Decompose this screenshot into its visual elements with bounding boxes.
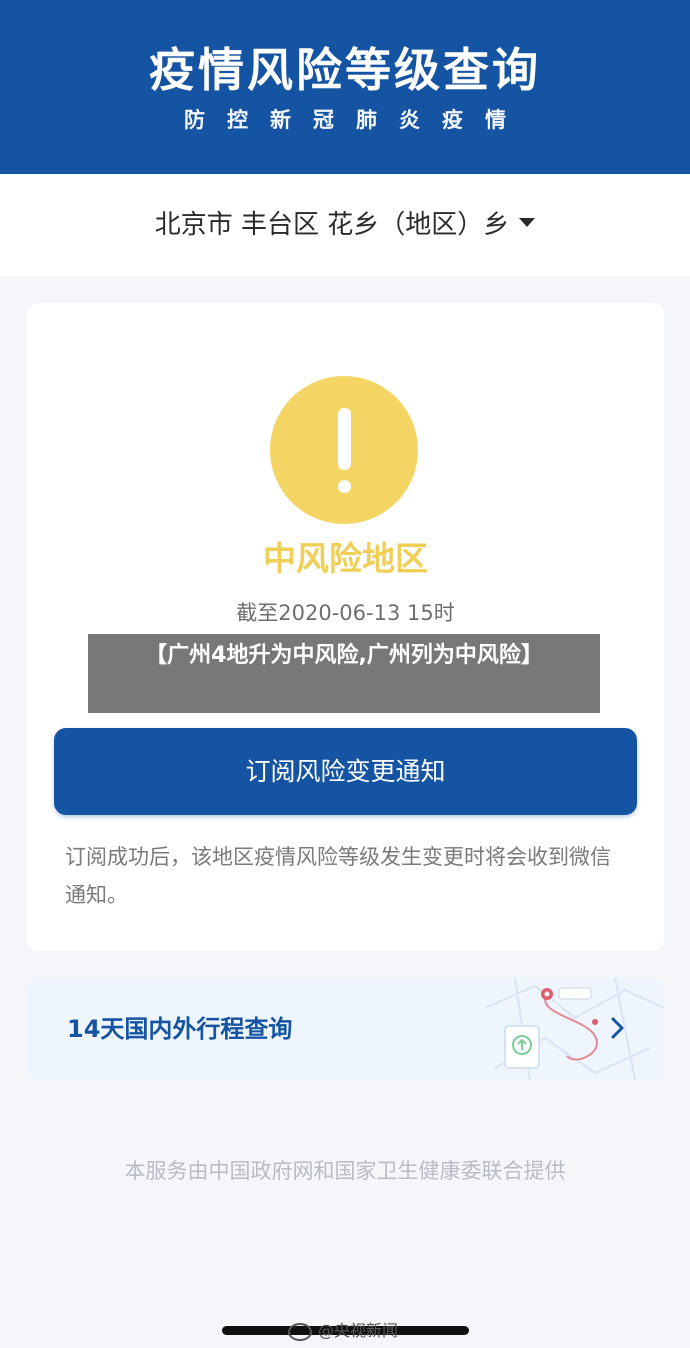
risk-result-card: 中风险地区 截至2020-06-13 15时 订阅风险变更通知 订阅成功后，该地… — [27, 303, 664, 951]
risk-level-label: 中风险地区 — [263, 539, 428, 578]
itinerary-query-card[interactable]: 14天国内外行程查询 — [27, 978, 664, 1080]
exclamation-bar — [338, 408, 351, 470]
region-label: 北京市 丰台区 花乡（地区）乡 — [154, 210, 510, 240]
subscribe-note: 订阅成功后，该地区疫情风险等级发生变更时将会收到微信通知。 — [65, 845, 611, 907]
region-selector[interactable]: 北京市 丰台区 花乡（地区）乡 — [0, 202, 690, 248]
news-headline: 【广州4地升为中风险,广州列为中风险】 — [145, 643, 543, 668]
app-header: 疫情风险等级查询 防控新冠肺炎疫情 — [0, 0, 690, 174]
subscribe-button[interactable]: 订阅风险变更通知 — [54, 728, 637, 815]
news-headline-overlay: 【广州4地升为中风险,广州列为中风险】 — [88, 634, 600, 713]
weibo-icon — [288, 1322, 312, 1341]
caret-down-icon — [519, 218, 536, 227]
page-title: 疫情风险等级查询 — [149, 43, 541, 97]
footer-provider-note: 本服务由中国政府网和国家卫生健康委联合提供 — [124, 1159, 566, 1183]
watermark-text: @央视新闻 — [318, 1321, 399, 1340]
as-of-timestamp: 截至2020-06-13 15时 — [236, 601, 455, 625]
chevron-right-icon — [611, 1017, 624, 1039]
watermark: @央视新闻 — [288, 1318, 398, 1344]
map-illustration-icon — [484, 978, 664, 1080]
region-bar: 北京市 丰台区 花乡（地区）乡 — [0, 174, 690, 276]
page-subtitle: 防控新冠肺炎疫情 — [184, 108, 528, 132]
exclamation-icon — [270, 376, 418, 524]
exclamation-dot — [338, 480, 351, 493]
itinerary-label: 14天国内外行程查询 — [67, 1015, 293, 1043]
